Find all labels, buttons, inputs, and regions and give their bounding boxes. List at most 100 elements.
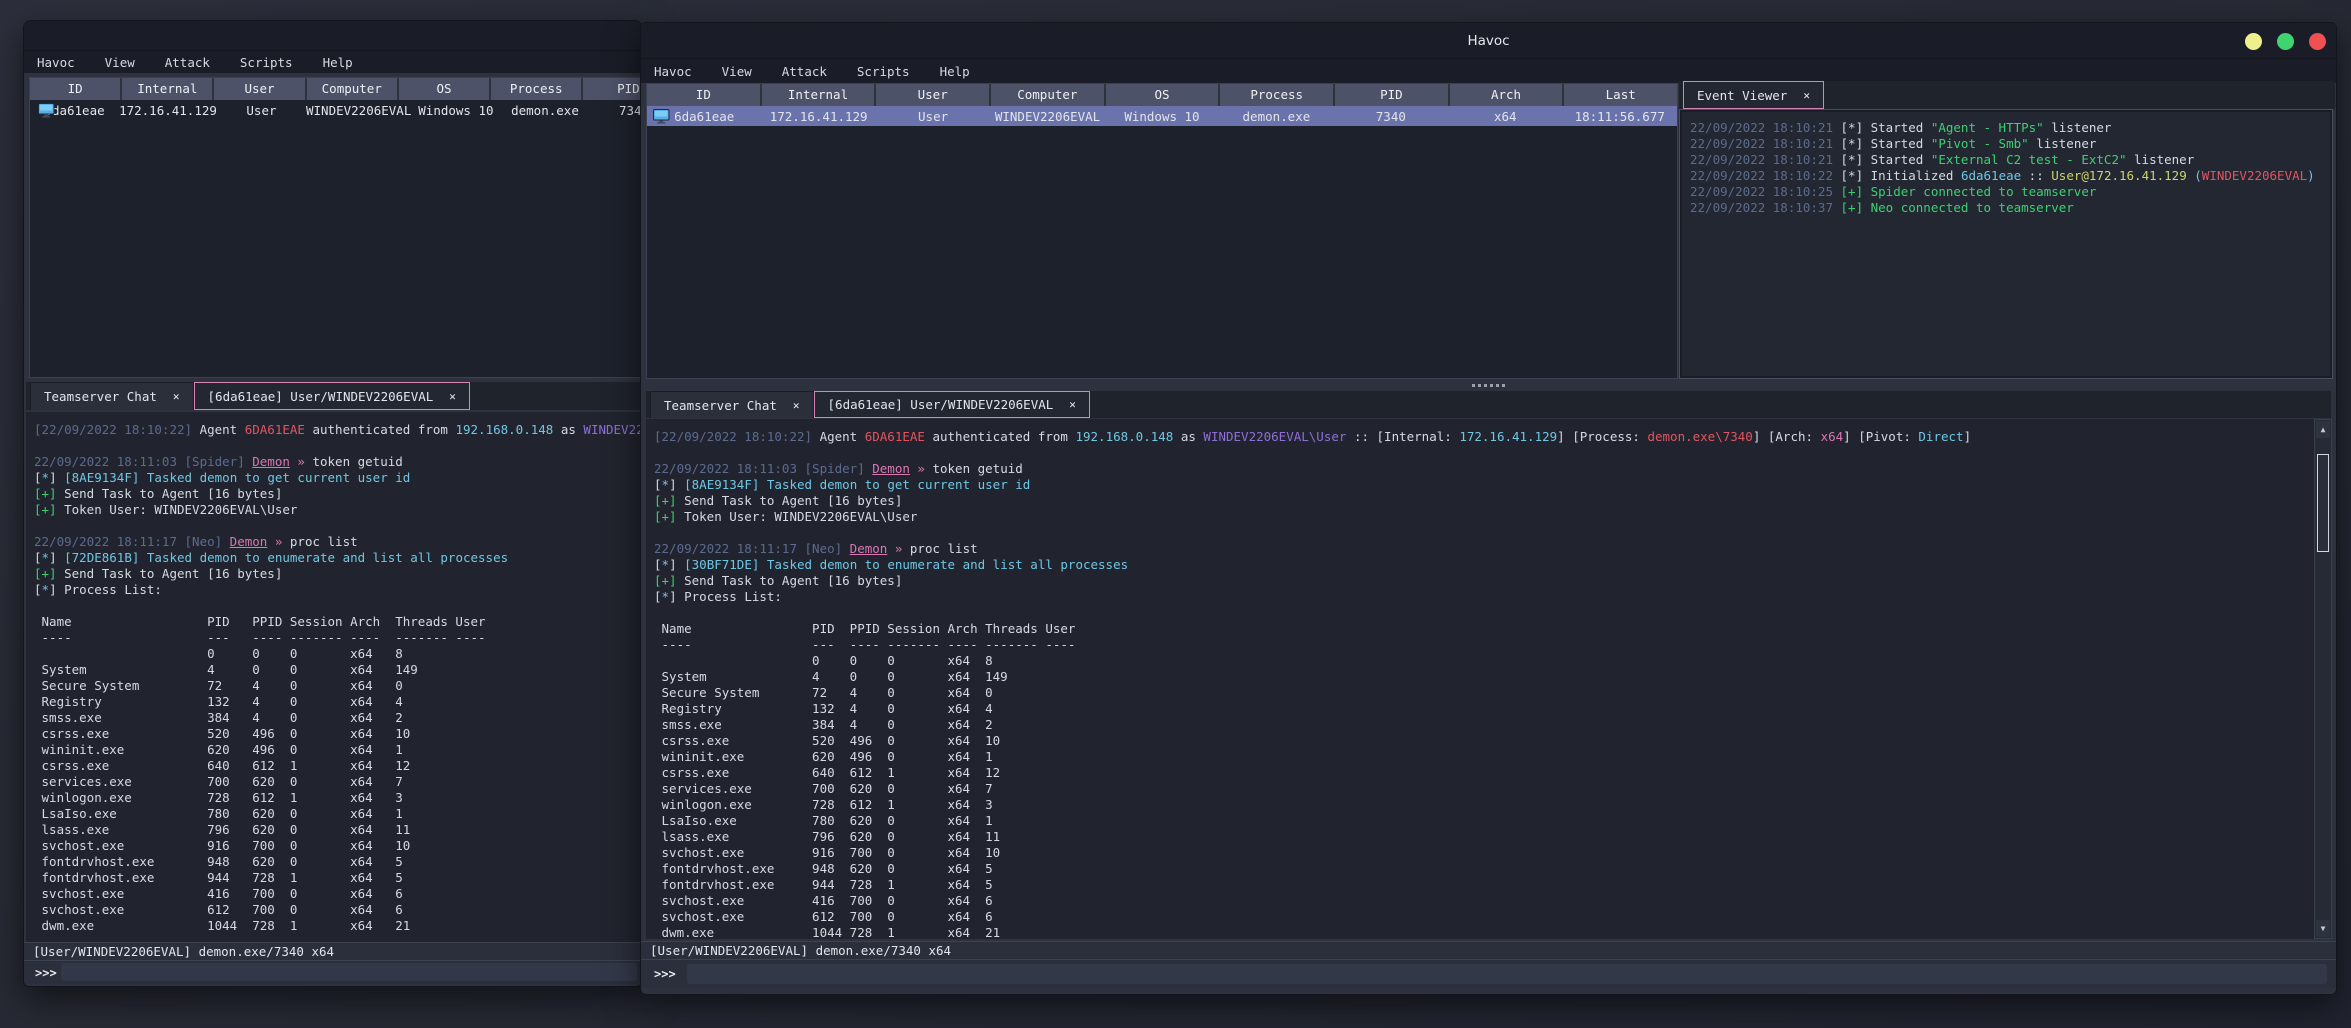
cell-process: demon.exe [511, 102, 579, 118]
menubar: Havoc View Attack Scripts Help [641, 59, 2336, 83]
cell-internal: 172.16.41.129 [769, 108, 868, 124]
column-header-process[interactable]: Process [1220, 84, 1336, 106]
terminal-scrollbar[interactable]: ▲ ▼ [2314, 419, 2332, 939]
menu-item-view[interactable]: View [722, 64, 752, 79]
column-header-last[interactable]: Last [1564, 84, 1677, 106]
close-icon[interactable]: ✕ [793, 399, 800, 412]
terminal-line: 22/09/2022 18:11:03 [Spider] Demon » tok… [34, 454, 403, 469]
close-button[interactable] [2309, 33, 2326, 50]
cell-process: demon.exe [1242, 108, 1311, 124]
terminal-line: [*] Process List: [34, 582, 162, 597]
process-list-line: svchost.exe 612 700 0 x64 6 [34, 902, 456, 917]
session-row[interactable]: 6da61eae 172.16.41.129 User WINDEV2206EVAL W… [647, 106, 1677, 126]
cell-arch: x64 [1493, 108, 1517, 124]
terminal-line: [+] Send Task to Agent [16 bytes] [654, 573, 903, 588]
process-list-line: fontdrvhost.exe 944 728 1 x64 5 [654, 877, 1046, 892]
event-viewer-tabbar: Event Viewer ✕ [1679, 81, 2335, 109]
tab-6da61eae-user-windev2206eval[interactable]: [6da61eae] User/WINDEV2206EVAL ✕ [193, 382, 470, 410]
process-list-line: winlogon.exe 728 612 1 x64 3 [654, 797, 1046, 812]
tab-label: Teamserver Chat [44, 389, 157, 404]
terminal-line: [+] Token User: WINDEV2206EVAL\User [34, 502, 298, 517]
menu-item-view[interactable]: View [105, 55, 135, 70]
session-table: IDInternalUserComputerOSProcessPIDArchLa… [646, 83, 1678, 379]
cell-pid: 7340 [1375, 108, 1406, 124]
session-row[interactable]: 6da61eae 172.16.41.129 User WINDEV2206EVAL W… [30, 100, 642, 120]
terminal-line: [+] Token User: WINDEV2206EVAL\User [654, 509, 918, 524]
terminal-line: 22/09/2022 18:11:17 [Neo] Demon » proc l… [654, 541, 978, 556]
menu-item-attack[interactable]: Attack [165, 55, 210, 70]
tab-event-viewer[interactable]: Event Viewer ✕ [1683, 81, 1824, 109]
process-list-line: smss.exe 384 4 0 x64 2 [34, 710, 456, 725]
dock-splitter[interactable] [641, 380, 2336, 390]
window-controls [2245, 33, 2326, 50]
process-list-line: smss.exe 384 4 0 x64 2 [654, 717, 1046, 732]
menu-item-help[interactable]: Help [940, 64, 970, 79]
column-header-user[interactable]: User [876, 84, 992, 106]
close-icon[interactable]: ✕ [449, 390, 456, 403]
terminal-line: [22/09/2022 18:10:22] Agent 6DA61EAE aut… [34, 422, 642, 437]
tab-teamserver-chat[interactable]: Teamserver Chat ✕ [650, 391, 814, 418]
titlebar[interactable]: Havoc [641, 23, 2336, 59]
column-header-process[interactable]: Process [491, 78, 584, 100]
close-icon[interactable]: ✕ [1069, 398, 1076, 411]
scroll-up-button[interactable]: ▲ [2316, 421, 2330, 438]
process-list-line: csrss.exe 520 496 0 x64 10 [34, 726, 456, 741]
tab-6da61eae-user-windev2206eval[interactable]: [6da61eae] User/WINDEV2206EVAL ✕ [813, 391, 1090, 418]
minimize-button[interactable] [2245, 33, 2262, 50]
cell-computer: WINDEV2206EVAL [994, 108, 1101, 124]
column-header-os[interactable]: OS [1106, 84, 1221, 106]
tab-label: Teamserver Chat [664, 397, 777, 413]
process-list-line: Secure System 72 4 0 x64 0 [34, 678, 456, 693]
column-header-id[interactable]: ID [647, 84, 762, 106]
menu-item-havoc[interactable]: Havoc [654, 64, 692, 79]
process-list-line: lsass.exe 796 620 0 x64 11 [654, 829, 1046, 844]
menu-item-havoc[interactable]: Havoc [37, 55, 75, 70]
terminal-line: [22/09/2022 18:10:22] Agent 6DA61EAE aut… [654, 429, 1972, 444]
process-list-line: System 4 0 0 x64 149 [654, 669, 1046, 684]
terminal-line: 22/09/2022 18:11:03 [Spider] Demon » tok… [654, 461, 1023, 476]
terminal-line: [+] Send Task to Agent [16 bytes] [34, 566, 283, 581]
close-icon[interactable]: ✕ [173, 390, 180, 403]
process-list-line: System 4 0 0 x64 149 [34, 662, 456, 677]
process-list-line: csrss.exe 640 612 1 x64 12 [654, 765, 1046, 780]
process-list-line: svchost.exe 612 700 0 x64 6 [654, 909, 1046, 924]
table-header: IDInternalUserComputerOSProcessPIDArchLa… [647, 84, 1677, 106]
menu-item-attack[interactable]: Attack [782, 64, 827, 79]
menu-item-scripts[interactable]: Scripts [240, 55, 293, 70]
scroll-down-button[interactable]: ▼ [2316, 920, 2330, 937]
computer-icon [653, 109, 670, 124]
terminal-line: 22/09/2022 18:11:17 [Neo] Demon » proc l… [34, 534, 358, 549]
terminal-line: [*] Process List: [654, 589, 782, 604]
tab-teamserver-chat[interactable]: Teamserver Chat ✕ [30, 382, 194, 410]
column-header-computer[interactable]: Computer [307, 78, 399, 100]
command-input[interactable] [61, 963, 637, 981]
column-header-internal[interactable]: Internal [762, 84, 877, 106]
column-header-os[interactable]: OS [399, 78, 492, 100]
menu-item-scripts[interactable]: Scripts [857, 64, 910, 79]
session-table: IDInternalUserComputerOSProcessPIDArchLa… [29, 77, 642, 378]
column-header-computer[interactable]: Computer [991, 84, 1106, 106]
process-list-line: services.exe 700 620 0 x64 7 [34, 774, 456, 789]
titlebar[interactable] [24, 21, 642, 51]
process-list-line: services.exe 700 620 0 x64 7 [654, 781, 1046, 796]
process-list-line: Registry 132 4 0 x64 4 [654, 701, 1046, 716]
process-list-line: 0 0 0 x64 8 [654, 653, 1046, 668]
havoc-window-background: Havoc View Attack Scripts Help ID Internal Use… [23, 20, 643, 987]
column-header-pid[interactable]: PID [1335, 84, 1450, 106]
scrollbar-thumb[interactable] [2317, 454, 2329, 552]
column-header-internal[interactable]: Internal [122, 78, 215, 100]
column-header-id[interactable]: ID [30, 78, 123, 100]
column-header-arch[interactable]: Arch [1450, 84, 1565, 106]
terminal-line: [*] [8AE9134F] Tasked demon to get curre… [654, 477, 1031, 492]
maximize-button[interactable] [2277, 33, 2294, 50]
column-header-pid[interactable]: PID [583, 78, 642, 100]
command-input[interactable] [687, 964, 2327, 984]
menu-item-help[interactable]: Help [323, 55, 353, 70]
terminal-output: [22/09/2022 18:10:22] Agent 6DA61EAE aut… [646, 419, 2314, 939]
close-icon[interactable]: ✕ [1803, 89, 1810, 102]
column-header-user[interactable]: User [214, 78, 307, 100]
